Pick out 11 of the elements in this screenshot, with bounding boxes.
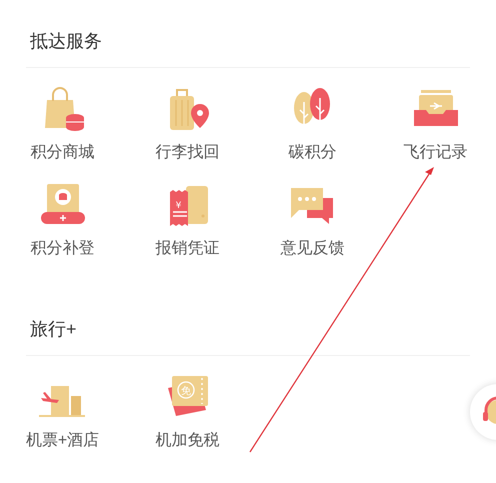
section-title: 旅行+ xyxy=(30,318,77,341)
service-label[interactable]: 积分商城 xyxy=(30,142,94,164)
service-label[interactable]: 机票+酒店 xyxy=(26,430,100,452)
service-label[interactable]: 积分补登 xyxy=(30,238,94,260)
service-label[interactable]: 飞行记录 xyxy=(404,142,468,164)
service-label[interactable]: 意见反馈 xyxy=(280,238,344,260)
service-label[interactable]: 机加免税 xyxy=(156,430,220,452)
section-title: 抵达服务 xyxy=(30,30,102,53)
service-label[interactable]: 行李找回 xyxy=(156,142,220,164)
service-label[interactable]: 报销凭证 xyxy=(156,238,220,260)
service-label[interactable]: 碳积分 xyxy=(288,142,336,164)
